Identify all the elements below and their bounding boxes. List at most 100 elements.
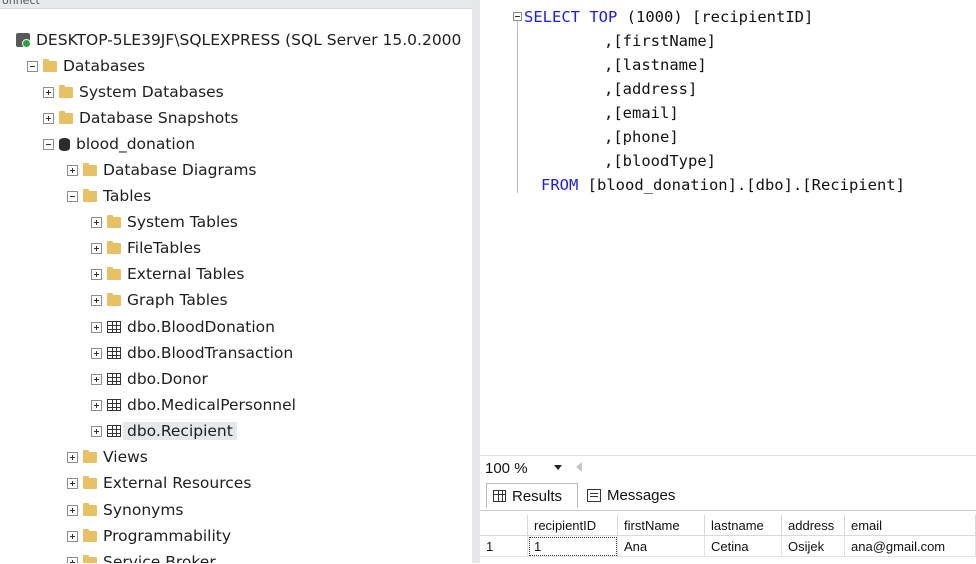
column-header[interactable]: email	[845, 515, 976, 536]
messages-icon	[587, 489, 601, 502]
tree-item-table-recipient[interactable]: dbo.Recipient	[91, 418, 237, 444]
tab-messages[interactable]: Messages	[581, 483, 695, 508]
query-editor[interactable]: SELECT TOP (1000) [recipientID] ,[firstN…	[480, 0, 976, 455]
collapse-icon[interactable]	[43, 138, 54, 150]
tree-item-database-diagrams[interactable]: Database Diagrams	[67, 157, 257, 183]
server-icon	[16, 33, 31, 48]
expand-icon[interactable]	[43, 112, 54, 124]
connect-button[interactable]: onnect	[2, 0, 40, 7]
pane-splitter[interactable]	[472, 0, 480, 563]
folder-icon	[83, 449, 97, 463]
tree-item-databases[interactable]: Databases	[27, 53, 145, 79]
folder-icon	[107, 240, 121, 254]
tab-results[interactable]: Results	[486, 483, 578, 508]
expand-icon[interactable]	[91, 425, 102, 437]
tree-item-label: FileTables	[127, 239, 202, 257]
zoom-select[interactable]: 100 %	[485, 458, 528, 478]
expand-icon[interactable]	[67, 451, 78, 463]
tree-item-label: Databases	[63, 57, 146, 75]
grid-cell[interactable]: 1	[528, 536, 618, 557]
database-icon	[59, 137, 70, 151]
tree-item-label: dbo.Donor	[127, 370, 208, 388]
expand-icon[interactable]	[91, 216, 102, 228]
keyword-select: SELECT	[524, 8, 580, 26]
expand-icon[interactable]	[67, 556, 78, 563]
expand-icon[interactable]	[67, 477, 78, 489]
editor-gutter	[480, 0, 508, 455]
expand-icon[interactable]	[91, 399, 102, 411]
grid-cell[interactable]: ana@gmail.com	[845, 536, 976, 557]
code-line-2: ,[firstName]	[604, 32, 716, 50]
tree-item-label: dbo.Recipient	[123, 422, 237, 440]
tree-item-label: dbo.MedicalPersonnel	[127, 396, 296, 414]
tree-item-label: dbo.BloodDonation	[127, 318, 275, 336]
folder-icon	[83, 475, 97, 489]
expand-icon[interactable]	[91, 294, 102, 306]
column-header[interactable]: lastname	[705, 515, 782, 536]
tree-item-label: External Tables	[127, 265, 245, 283]
expand-icon[interactable]	[91, 242, 102, 254]
tree-item-table-bloodtransaction[interactable]: dbo.BloodTransaction	[91, 340, 293, 366]
expand-icon[interactable]	[91, 268, 102, 280]
tree-item-label: Database Snapshots	[79, 109, 239, 127]
tree-item-label: Programmability	[103, 527, 232, 545]
grid-cell[interactable]: Osijek	[782, 536, 845, 557]
folder-icon	[83, 554, 97, 563]
expand-icon[interactable]	[67, 530, 78, 542]
folder-icon	[43, 58, 57, 72]
tree-item-filetables[interactable]: FileTables	[91, 235, 201, 261]
tree-item-label: dbo.BloodTransaction	[127, 344, 294, 362]
grid-cell[interactable]: Ana	[618, 536, 705, 557]
table-icon	[107, 399, 121, 411]
row-number[interactable]: 1	[480, 536, 528, 557]
scroll-left-arrow-icon[interactable]	[576, 462, 582, 472]
tree-item-database-snapshots[interactable]: Database Snapshots	[43, 105, 238, 131]
tree-item-service-broker[interactable]: Service Broker	[67, 549, 216, 563]
tree-item-label: blood_donation	[76, 135, 196, 153]
tree-item-system-databases[interactable]: System Databases	[43, 79, 224, 105]
grid-cell[interactable]: Cetina	[705, 536, 782, 557]
collapse-icon[interactable]	[27, 60, 38, 72]
code-text: (1000) [recipientID]	[617, 8, 814, 26]
object-explorer: onnect DESKTOP-5LE39JF\SQLEXPRESS (SQL S…	[0, 0, 472, 563]
tree-item-table-blooddonation[interactable]: dbo.BloodDonation	[91, 314, 275, 340]
code-line-8: FROM [blood_donation].[dbo].[Recipient]	[541, 173, 905, 197]
grid-corner-header[interactable]	[480, 515, 528, 536]
tree-item-views[interactable]: Views	[67, 444, 148, 470]
tree-item-label: Service Broker	[103, 553, 216, 563]
tree-item-graph-tables[interactable]: Graph Tables	[91, 287, 228, 313]
table-icon	[107, 321, 121, 333]
collapse-guide	[517, 21, 518, 193]
tree-item-label: Database Diagrams	[103, 161, 257, 179]
tree-item-table-medicalpersonnel[interactable]: dbo.MedicalPersonnel	[91, 392, 296, 418]
tree-item-label: DESKTOP-5LE39JF\SQLEXPRESS (SQL Server 1…	[36, 31, 462, 49]
table-icon	[107, 347, 121, 359]
tree-item-tables[interactable]: Tables	[67, 183, 151, 209]
collapse-region-icon[interactable]	[513, 12, 522, 21]
collapse-icon[interactable]	[67, 190, 78, 202]
tree-item-server[interactable]: DESKTOP-5LE39JF\SQLEXPRESS (SQL Server 1…	[16, 27, 461, 53]
expand-icon[interactable]	[43, 86, 54, 98]
tree-item-system-tables[interactable]: System Tables	[91, 209, 238, 235]
code-line-5: ,[email]	[604, 104, 679, 122]
expand-icon[interactable]	[91, 373, 102, 385]
expand-icon[interactable]	[67, 164, 78, 176]
column-header[interactable]: recipientID	[528, 515, 618, 536]
code-line-4: ,[address]	[604, 80, 698, 98]
chevron-down-icon[interactable]	[554, 465, 562, 470]
results-grid[interactable]: recipientID firstName lastname address e…	[480, 510, 976, 564]
tree-item-blood-donation[interactable]: blood_donation	[43, 131, 195, 157]
table-icon	[107, 373, 121, 385]
tree-item-external-tables[interactable]: External Tables	[91, 261, 244, 287]
expand-icon[interactable]	[91, 347, 102, 359]
code-line-7: ,[bloodType]	[604, 152, 716, 170]
column-header[interactable]: address	[782, 515, 845, 536]
tree-item-table-donor[interactable]: dbo.Donor	[91, 366, 208, 392]
expand-icon[interactable]	[91, 321, 102, 333]
folder-icon	[83, 162, 97, 176]
tree-item-synonyms[interactable]: Synonyms	[67, 497, 184, 523]
column-header[interactable]: firstName	[618, 515, 705, 536]
tree-item-programmability[interactable]: Programmability	[67, 523, 231, 549]
tree-item-external-resources[interactable]: External Resources	[67, 470, 251, 496]
expand-icon[interactable]	[67, 504, 78, 516]
